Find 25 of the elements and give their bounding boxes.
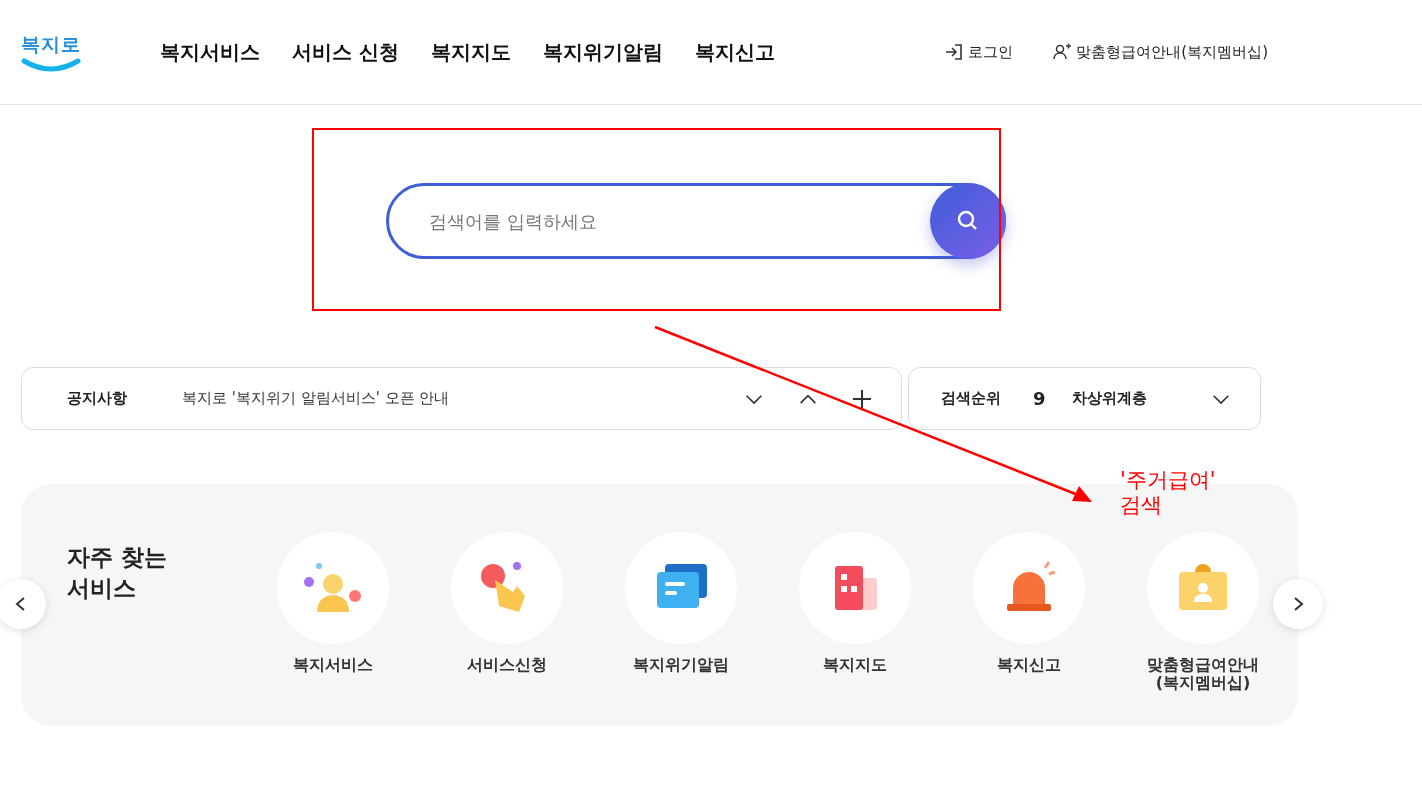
nav-link[interactable]: 복지지도 [430, 38, 511, 66]
notice-label: 공지사항 [67, 389, 127, 408]
search-button[interactable] [930, 183, 1006, 259]
service-label[interactable]: 서비스신청 [432, 656, 582, 675]
nav-link[interactable]: 서비스 신청 [292, 38, 399, 66]
membership-link[interactable]: 맞춤형급여안내(복지멤버십) [1053, 42, 1268, 62]
notice-text[interactable]: 복지로 '복지위기 알림서비스' 오픈 안내 [182, 389, 739, 408]
service-label[interactable]: 복지위기알림 [606, 656, 756, 675]
rank-number: 9 [1033, 388, 1046, 409]
service-label[interactable]: 복지지도 [780, 656, 930, 675]
person-add-icon [1053, 43, 1072, 61]
smile-logo-icon [21, 58, 81, 72]
nav-link[interactable]: 복지위기알림 [542, 38, 663, 66]
annotation-text: '주거급여' 검색 [1120, 468, 1216, 519]
ranking-label: 검색순위 [941, 389, 1001, 408]
nav-link[interactable]: 복지서비스 [160, 38, 260, 66]
login-icon [945, 43, 964, 61]
service-label[interactable]: 맞춤형급여안내 (복지멤버십) [1128, 656, 1278, 693]
service-label[interactable]: 복지서비스 [258, 656, 408, 675]
panel-title: 자주 찾는 서비스 [67, 543, 168, 604]
service-label[interactable]: 복지신고 [954, 656, 1104, 675]
nav-link[interactable]: 복지신고 [694, 38, 775, 66]
ranking-term[interactable]: 차상위계층 [1071, 389, 1206, 408]
login-link[interactable]: 로그인 [945, 42, 1014, 62]
plus-icon [853, 389, 871, 408]
